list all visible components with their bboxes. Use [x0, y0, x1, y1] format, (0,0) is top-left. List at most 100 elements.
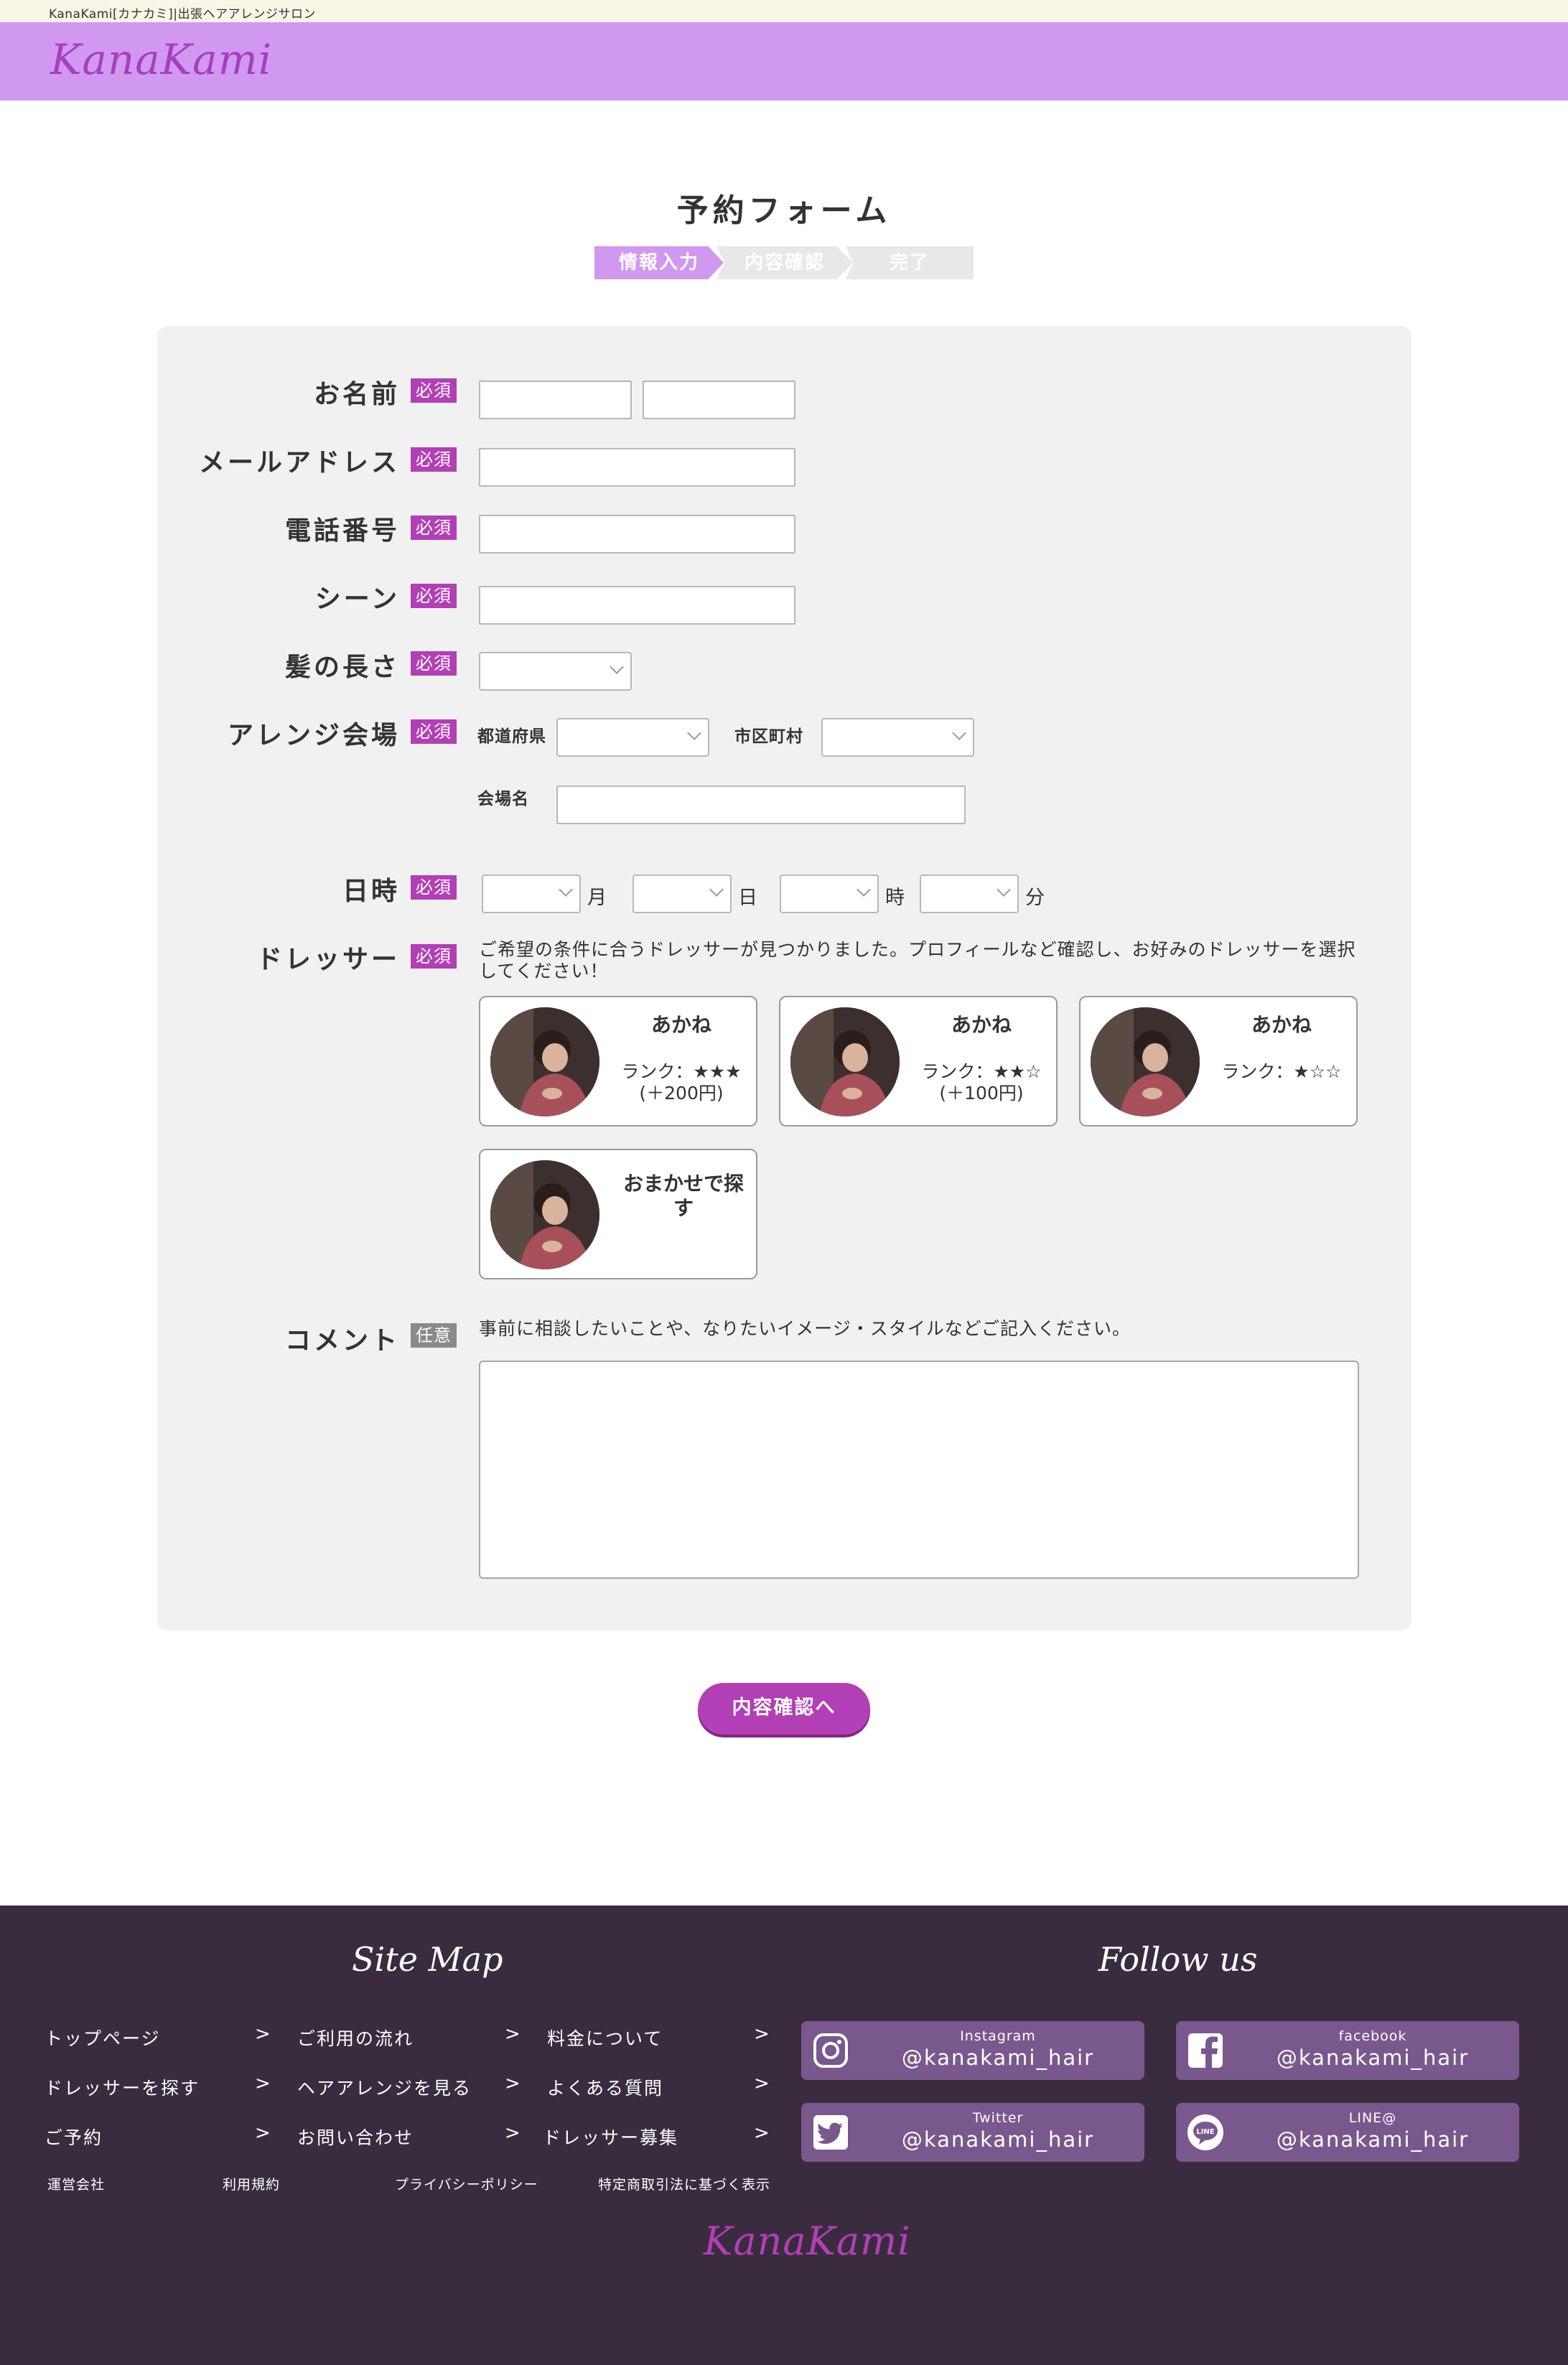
chevron-down-icon: [709, 882, 724, 897]
month-unit: 月: [587, 887, 607, 909]
step-complete: 完了: [846, 246, 974, 279]
footer-link-hair[interactable]: ヘアアレンジを見る: [297, 2074, 472, 2100]
footer-link-recruit[interactable]: ドレッサー募集: [543, 2124, 678, 2150]
comment-textarea[interactable]: [479, 1361, 1359, 1579]
dresser-card[interactable]: あかね ランク：★★★ (＋200円): [479, 996, 757, 1126]
phone-input[interactable]: [479, 515, 795, 554]
facebook-button[interactable]: facebook @kanakami_hair: [1176, 2021, 1519, 2080]
dresser-price: (＋200円): [639, 1083, 724, 1104]
email-input[interactable]: [479, 448, 795, 487]
arrow-icon: >: [754, 2023, 770, 2045]
twitter-icon: [813, 2115, 848, 2150]
comment-note: 事前に相談したいことや、なりたいイメージ・スタイルなどご記入ください。: [479, 1318, 1131, 1339]
day-unit: 日: [738, 887, 757, 909]
footer-link-contact[interactable]: お問い合わせ: [297, 2124, 414, 2150]
footer-link-dresser[interactable]: ドレッサーを探す: [45, 2074, 200, 2100]
step-input: 情報入力: [594, 246, 724, 279]
confirm-button[interactable]: 内容確認へ: [698, 1683, 870, 1735]
required-badge: 必須: [411, 447, 457, 472]
social-network: Twitter: [972, 2110, 1024, 2126]
arrow-icon: >: [255, 2122, 271, 2144]
hair-length-select[interactable]: [479, 652, 632, 691]
city-label: 市区町村: [734, 727, 803, 746]
city-select[interactable]: [821, 718, 974, 757]
prefecture-label: 都道府県: [477, 727, 546, 746]
venue-name-label: 会場名: [477, 790, 529, 808]
arrow-icon: >: [255, 2073, 271, 2094]
minute-unit: 分: [1025, 887, 1045, 909]
datetime-label: 日時: [342, 877, 400, 906]
facebook-icon: [1188, 2033, 1223, 2068]
required-badge: 必須: [411, 378, 457, 403]
instagram-icon: [813, 2033, 848, 2068]
last-name-input[interactable]: [479, 381, 632, 419]
svg-text:LINE: LINE: [1196, 2128, 1214, 2136]
scene-input[interactable]: [479, 586, 795, 625]
follow-title: Follow us: [1098, 1940, 1258, 1979]
arrow-icon: >: [505, 2073, 521, 2094]
dresser-avatar: [790, 1007, 900, 1116]
twitter-button[interactable]: Twitter @kanakami_hair: [801, 2103, 1144, 2162]
dresser-price: (＋100円): [939, 1083, 1024, 1104]
page-title: 予約フォーム: [676, 192, 892, 229]
dresser-photo: [1091, 1007, 1200, 1116]
site-tagline: KanaKami[カナカミ]|出張ヘアアレンジサロン: [49, 7, 316, 22]
top-strip: KanaKami[カナカミ]|出張ヘアアレンジサロン: [0, 0, 1568, 22]
prefecture-select[interactable]: [556, 718, 709, 757]
phone-label: 電話番号: [284, 516, 400, 546]
line-icon: LINE: [1187, 2114, 1223, 2150]
chevron-down-icon: [687, 726, 701, 740]
dresser-card[interactable]: あかね ランク：★★☆ (＋100円): [779, 996, 1058, 1126]
footer-link-faq[interactable]: よくある質問: [547, 2074, 663, 2100]
email-label: メールアドレス: [198, 448, 400, 477]
footer-link-top[interactable]: トップページ: [45, 2025, 161, 2051]
dresser-name: おまかせで探す: [622, 1172, 744, 1220]
month-select[interactable]: [482, 874, 581, 913]
dresser-avatar: [1091, 1007, 1200, 1116]
scene-label: シーン: [314, 584, 400, 614]
social-handle: @kanakami_hair: [1276, 2127, 1470, 2152]
venue-name-input[interactable]: [556, 785, 966, 824]
required-badge: 必須: [411, 516, 457, 540]
dresser-avatar: [490, 1007, 599, 1116]
footer-logo[interactable]: KanaKami: [704, 2219, 911, 2264]
footer-link-terms[interactable]: 利用規約: [223, 2174, 280, 2193]
dresser-photo: [790, 1007, 900, 1116]
footer-link-flow[interactable]: ご利用の流れ: [297, 2025, 414, 2051]
chevron-down-icon: [610, 660, 624, 674]
hour-select[interactable]: [780, 874, 879, 913]
footer-link-privacy[interactable]: プライバシーポリシー: [395, 2174, 538, 2193]
footer-link-tokushoho[interactable]: 特定商取引法に基づく表示: [598, 2174, 770, 2193]
sitemap-title: Site Map: [352, 1940, 503, 1979]
dresser-card-auto[interactable]: おまかせで探す: [479, 1149, 757, 1279]
chevron-down-icon: [559, 882, 573, 897]
required-badge: 必須: [411, 651, 457, 676]
chevron-down-icon: [857, 882, 871, 897]
first-name-input[interactable]: [643, 381, 795, 419]
arrow-icon: >: [255, 2023, 271, 2045]
required-badge: 必須: [411, 584, 457, 608]
social-handle: @kanakami_hair: [901, 2046, 1095, 2070]
dresser-card[interactable]: あかね ランク：★☆☆: [1079, 996, 1358, 1126]
dresser-name: あかね: [650, 1013, 711, 1037]
instagram-button[interactable]: Instagram @kanakami_hair: [801, 2021, 1144, 2080]
footer-link-reserve[interactable]: ご予約: [45, 2124, 103, 2150]
footer-link-company[interactable]: 運営会社: [47, 2174, 105, 2193]
chevron-down-icon: [952, 726, 966, 740]
day-select[interactable]: [633, 874, 732, 913]
arrow-icon: >: [754, 2073, 770, 2094]
minute-select[interactable]: [920, 874, 1019, 913]
arrow-icon: >: [505, 2122, 521, 2144]
name-label: お名前: [313, 380, 400, 409]
footer-link-price[interactable]: 料金について: [547, 2025, 663, 2051]
social-network: facebook: [1338, 2028, 1407, 2044]
dresser-name: あかね: [951, 1013, 1012, 1037]
required-badge: 必須: [411, 944, 457, 969]
dresser-photo: [490, 1007, 599, 1116]
social-network: Instagram: [960, 2028, 1036, 2044]
dresser-note: ご希望の条件に合うドレッサーが見つかりました。プロフィールなど確認し、お好みのド…: [479, 939, 1356, 981]
line-button[interactable]: LINE LINE@ @kanakami_hair: [1176, 2103, 1519, 2162]
hour-unit: 時: [885, 887, 905, 909]
header-logo[interactable]: KanaKami: [50, 35, 272, 84]
step-confirm: 内容確認: [717, 246, 853, 279]
